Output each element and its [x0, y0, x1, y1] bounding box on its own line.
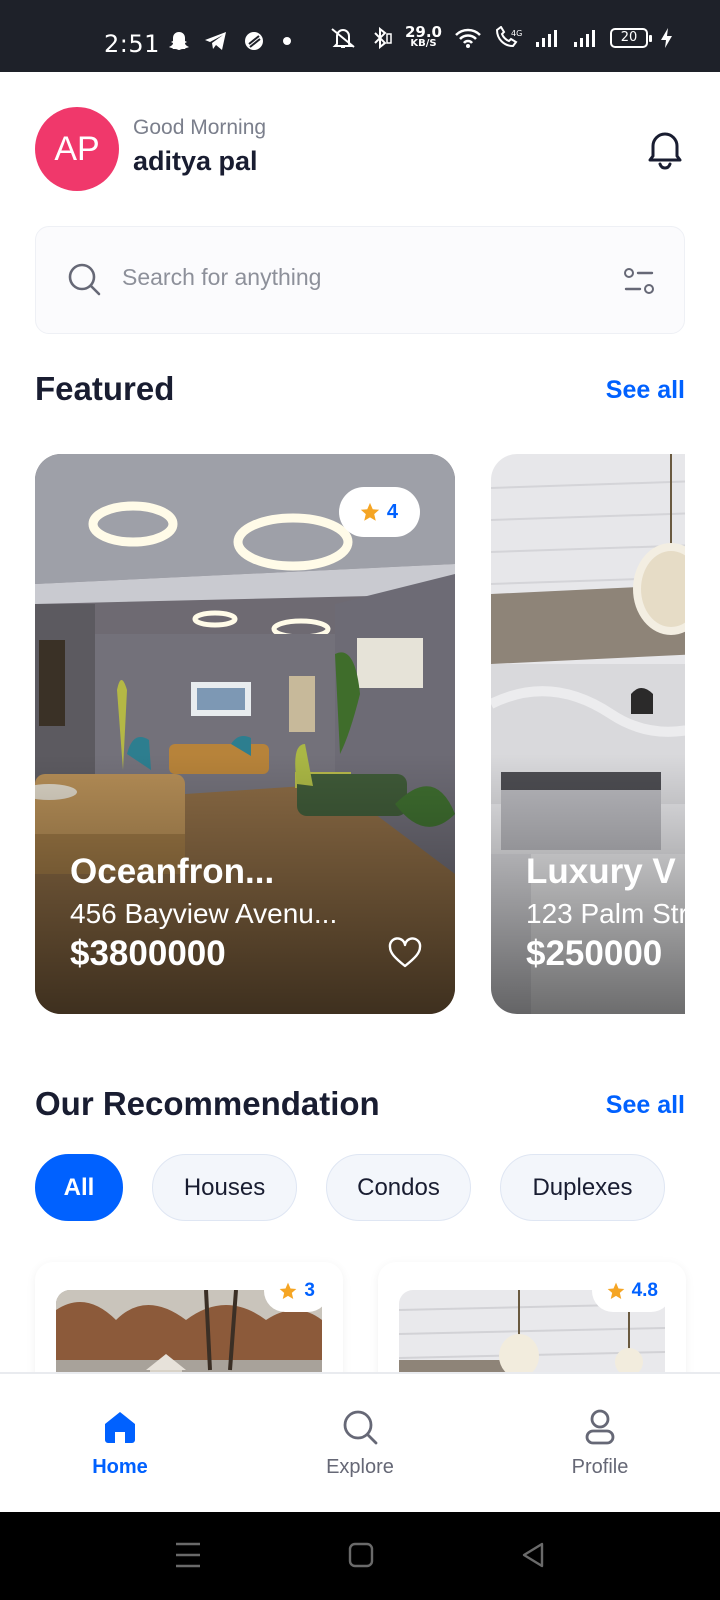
search-input[interactable] [122, 257, 592, 297]
filter-chip-duplexes[interactable]: Duplexes [500, 1154, 665, 1221]
property-address: 123 Palm Str [526, 898, 685, 929]
status-bar: 2:51 29.0 KB/S 4G 20 [0, 0, 720, 72]
filter-chip-all[interactable]: All [35, 1154, 123, 1221]
more-notifications-dot [283, 37, 291, 45]
search-icon [343, 1410, 378, 1445]
rating-badge: 3 [264, 1270, 329, 1312]
nav-home-label: Home [92, 1456, 148, 1478]
featured-title: Featured [35, 370, 175, 407]
nav-profile[interactable]: Profile [520, 1374, 680, 1514]
recommendation-title: Our Recommendation [35, 1085, 380, 1122]
back-icon[interactable] [518, 1540, 548, 1570]
rating-badge: 4 [338, 487, 420, 537]
battery-level: 20 [620, 30, 638, 45]
telegram-icon [205, 32, 226, 50]
system-icons: 29.0 KB/S 4G 20 [329, 23, 674, 50]
search-bar[interactable] [35, 226, 685, 334]
greeting-text: Good Morning [133, 116, 267, 139]
rating-value: 4.8 [631, 1280, 658, 1301]
star-icon [360, 502, 380, 521]
featured-see-all-link[interactable]: See all [606, 376, 685, 405]
property-address: 456 Bayview Avenu... [70, 898, 338, 929]
bluetooth-icon [374, 26, 392, 50]
charging-icon [661, 28, 672, 48]
search-icon [68, 263, 101, 296]
svg-text:4G: 4G [511, 29, 522, 38]
category-filters: All Houses Condos Duplexes [35, 1154, 665, 1221]
property-price: $3800000 [70, 934, 226, 973]
network-speed: 29.0 KB/S [404, 23, 442, 50]
snapchat-icon [169, 32, 189, 50]
bell-icon [648, 132, 682, 170]
user-name: aditya pal [133, 146, 258, 176]
favorite-button[interactable] [388, 937, 422, 974]
notification-icons [168, 30, 294, 52]
recent-apps-icon[interactable] [174, 1540, 202, 1570]
system-navigation-bar [0, 1512, 720, 1600]
featured-carousel[interactable]: 4 Oceanfron... 456 Bayview Avenu... $380… [35, 454, 685, 1014]
star-icon [607, 1282, 624, 1299]
home-button-icon[interactable] [346, 1540, 376, 1570]
star-icon [280, 1282, 297, 1299]
mute-icon [331, 28, 355, 48]
nav-explore-label: Explore [326, 1456, 394, 1478]
home-icon [105, 1412, 135, 1443]
filter-chip-houses[interactable]: Houses [152, 1154, 297, 1221]
app-icon [245, 32, 263, 50]
filter-chip-condos[interactable]: Condos [326, 1154, 471, 1221]
nav-explore[interactable]: Explore [280, 1374, 440, 1514]
battery-icon: 20 [610, 28, 652, 48]
rating-badge: 4.8 [591, 1270, 672, 1312]
signal-icon-sim1 [536, 30, 557, 47]
rating-value: 4 [386, 500, 398, 523]
heart-icon [388, 937, 422, 968]
nav-home[interactable]: Home [40, 1374, 200, 1514]
avatar[interactable]: AP [35, 107, 119, 191]
status-time: 2:51 [104, 30, 160, 58]
volte-icon: 4G [495, 26, 522, 48]
rating-value: 3 [304, 1280, 315, 1301]
property-price: $250000 [526, 934, 663, 973]
signal-icon-sim2 [574, 30, 595, 47]
bottom-navigation: Home Explore Profile [0, 1372, 720, 1512]
notifications-button[interactable] [640, 124, 690, 174]
featured-card[interactable]: Luxury V 123 Palm Str $250000 [491, 454, 685, 1014]
nav-profile-label: Profile [571, 1456, 629, 1478]
featured-card[interactable]: 4 Oceanfron... 456 Bayview Avenu... $380… [35, 454, 455, 1014]
recommendation-see-all-link[interactable]: See all [606, 1091, 685, 1120]
property-name: Luxury V [526, 852, 676, 891]
property-name: Oceanfron... [70, 852, 275, 891]
person-icon [585, 1409, 615, 1445]
wifi-icon [455, 28, 481, 48]
filter-icon[interactable] [622, 265, 656, 299]
